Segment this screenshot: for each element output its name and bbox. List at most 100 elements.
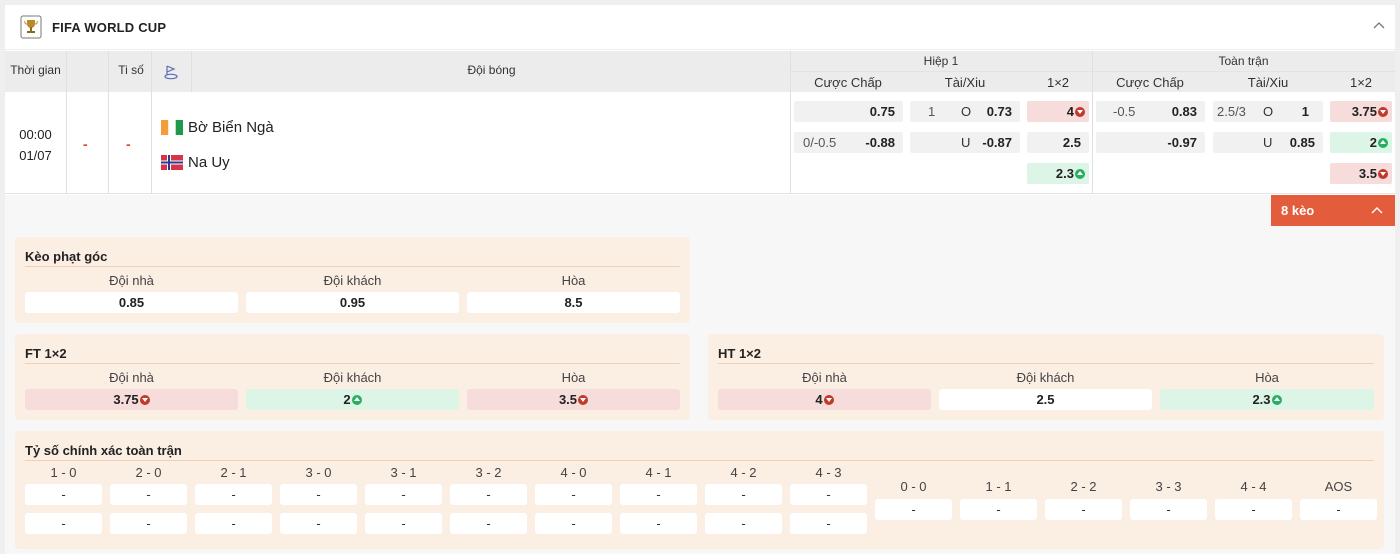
h1-1x2-home[interactable]: 4 <box>1027 101 1089 122</box>
league-header[interactable]: FIFA WORLD CUP <box>5 5 1395 50</box>
score-odds-away[interactable]: - <box>535 513 612 534</box>
col-draw: Hòa <box>1255 370 1279 385</box>
col-home: Đội nhà <box>802 370 847 385</box>
score-odds-away[interactable]: - <box>705 513 782 534</box>
match-time: 00:00 01/07 <box>5 124 66 166</box>
draw-score-label: AOS <box>1324 479 1353 494</box>
h1-1x2-away[interactable]: 2.5 <box>1027 132 1089 153</box>
score-odds-away[interactable]: - <box>280 513 357 534</box>
score-odds-home[interactable]: - <box>705 484 782 505</box>
score-odds-away[interactable]: - <box>620 513 697 534</box>
kickoff-time: 00:00 <box>19 127 52 142</box>
away-team[interactable]: Na Uy <box>161 154 230 171</box>
col-home: Đội nhà <box>109 273 154 288</box>
ht-away-odds[interactable]: 2.5 <box>939 389 1152 410</box>
odds-value: -0.97 <box>1167 135 1197 150</box>
ft-1x2-away[interactable]: 2 <box>1330 132 1392 153</box>
match-list-card: FIFA WORLD CUP Thời gian Ti số Đội bóng … <box>5 5 1395 554</box>
chevron-up-icon[interactable] <box>1373 21 1385 31</box>
odds-table-header: Thời gian Ti số Đội bóng Hiệp 1 Toàn trậ… <box>5 51 1395 92</box>
draw-score-label: 3 - 3 <box>1155 479 1182 494</box>
arrow-down-icon <box>1378 169 1388 179</box>
draw-score-label: 4 - 4 <box>1240 479 1267 494</box>
col-team: Đội bóng <box>467 63 516 77</box>
corners-away-odds[interactable]: 0.95 <box>246 292 459 313</box>
arrow-down-icon <box>139 395 150 405</box>
score-odds-home[interactable]: - <box>620 484 697 505</box>
col-h1-1x2: 1×2 <box>1046 75 1070 90</box>
odds-value: -0.88 <box>865 135 895 150</box>
extra-markets: Kèo phạt góc Đội nhà Đội khách Hòa 0.85 … <box>5 226 1395 554</box>
draw-score-odds[interactable]: - <box>1300 499 1377 520</box>
score-odds-home[interactable]: - <box>790 484 867 505</box>
draw-score-odds[interactable]: - <box>875 499 952 520</box>
ft-1x2-panel: FT 1×2 Đội nhà Đội khách Hòa 3.75 2 3.5 <box>15 334 690 420</box>
panel-title: FT 1×2 <box>25 346 67 361</box>
ft-handicap-away[interactable]: -0.97 <box>1096 132 1205 153</box>
odds-value: 1 <box>1301 104 1309 119</box>
col-home: Đội nhà <box>109 370 154 385</box>
trophy-icon <box>20 15 42 39</box>
score-odds-home[interactable]: - <box>535 484 612 505</box>
ht-home-odds[interactable]: 4 <box>718 389 931 410</box>
ft-home-odds[interactable]: 3.75 <box>25 389 238 410</box>
match-score: - <box>126 136 131 152</box>
col-score: Ti số <box>118 63 144 77</box>
draw-score-odds[interactable]: - <box>960 499 1037 520</box>
score-odds-away[interactable]: - <box>25 513 102 534</box>
score-odds-home[interactable]: - <box>450 484 527 505</box>
score-odds-away[interactable]: - <box>365 513 442 534</box>
ft-1x2-home[interactable]: 3.75 <box>1330 101 1392 122</box>
norway-flag <box>161 155 183 170</box>
ft-1x2-draw[interactable]: 3.5 <box>1330 163 1392 184</box>
score-odds-home[interactable]: - <box>25 484 102 505</box>
more-bets-button[interactable]: 8 kèo <box>1271 195 1395 226</box>
under-label: U <box>1263 135 1273 150</box>
ft-handicap-home[interactable]: -0.5 0.83 <box>1096 101 1205 122</box>
arrow-up-icon <box>1075 169 1085 179</box>
h1-1x2-draw[interactable]: 2.3 <box>1027 163 1089 184</box>
score-odds-away[interactable]: - <box>790 513 867 534</box>
odds-value: -0.87 <box>982 135 1012 150</box>
match-row[interactable]: 00:00 01/07 - - Bờ Biển Ngà Na Uy 0.75 0… <box>5 92 1395 194</box>
ht-draw-odds[interactable]: 2.3 <box>1160 389 1374 410</box>
corners-home-odds[interactable]: 0.85 <box>25 292 238 313</box>
arrow-down-icon <box>823 395 834 405</box>
col-away: Đội khách <box>1016 370 1075 385</box>
score-odds-home[interactable]: - <box>365 484 442 505</box>
score-label: 4 - 0 <box>560 465 587 480</box>
score-odds-away[interactable]: - <box>450 513 527 534</box>
odds-value: 0.83 <box>1171 104 1197 119</box>
h1-under[interactable]: U -0.87 <box>910 132 1020 153</box>
draw-score-odds[interactable]: - <box>1215 499 1292 520</box>
h1-over[interactable]: 1 O 0.73 <box>910 101 1020 122</box>
kickoff-date: 01/07 <box>19 148 52 163</box>
h1-handicap-home[interactable]: 0.75 <box>794 101 903 122</box>
score-odds-away[interactable]: - <box>110 513 187 534</box>
h1-handicap-away[interactable]: 0/-0.5 -0.88 <box>794 132 903 153</box>
home-team[interactable]: Bờ Biển Ngà <box>161 119 274 136</box>
draw-score-odds[interactable]: - <box>1045 499 1122 520</box>
score-label: 3 - 2 <box>475 465 502 480</box>
ft-away-odds[interactable]: 2 <box>246 389 459 410</box>
score-label: 2 - 1 <box>220 465 247 480</box>
total-line: 2.5/3 <box>1217 104 1246 119</box>
col-draw: Hòa <box>561 370 586 385</box>
score-odds-away[interactable]: - <box>195 513 272 534</box>
score-odds-home[interactable]: - <box>280 484 357 505</box>
odds-value: 2 <box>1369 135 1377 150</box>
col-time: Thời gian <box>10 63 61 77</box>
col-half1: Hiệp 1 <box>923 54 959 68</box>
ft-under[interactable]: U 0.85 <box>1213 132 1323 153</box>
ft-draw-odds[interactable]: 3.5 <box>467 389 680 410</box>
more-bets-label: 8 kèo <box>1281 203 1315 218</box>
ft-over[interactable]: 2.5/3 O 1 <box>1213 101 1323 122</box>
col-h1-handicap: Cược Chấp <box>814 75 882 90</box>
score-odds-home[interactable]: - <box>110 484 187 505</box>
total-line: 1 <box>928 104 936 119</box>
corners-draw-odds[interactable]: 8.5 <box>467 292 680 313</box>
home-team-name: Bờ Biển Ngà <box>188 119 274 136</box>
over-label: O <box>961 104 972 119</box>
draw-score-odds[interactable]: - <box>1130 499 1207 520</box>
score-odds-home[interactable]: - <box>195 484 272 505</box>
